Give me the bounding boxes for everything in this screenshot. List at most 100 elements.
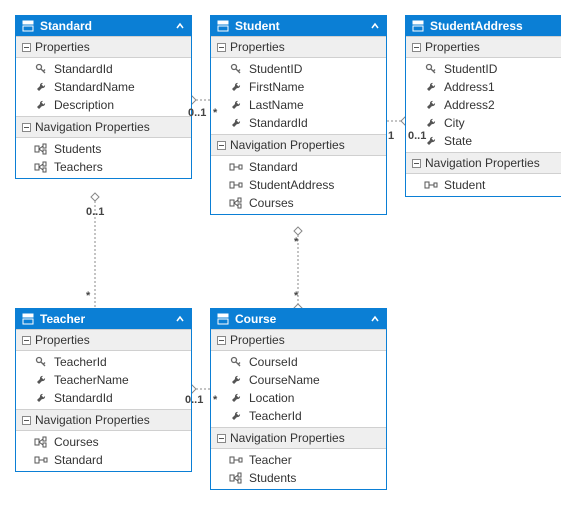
wrench-icon <box>424 81 438 93</box>
nav-section-header[interactable]: Navigation Properties <box>16 116 191 138</box>
property-item[interactable]: Address2 <box>406 96 561 114</box>
properties-section-header[interactable]: Properties <box>16 329 191 351</box>
collapse-icon[interactable] <box>22 43 31 52</box>
multiplicity-label: 0..1 <box>188 107 206 119</box>
property-item[interactable]: StudentID <box>211 60 386 78</box>
multiplicity-label: 0..1 <box>185 394 203 406</box>
property-item[interactable]: State <box>406 132 561 150</box>
entity-header[interactable]: Student <box>211 16 386 36</box>
nav-section-header[interactable]: Navigation Properties <box>211 427 386 449</box>
nav-one-icon <box>424 180 438 190</box>
collapse-icon[interactable] <box>22 123 31 132</box>
collapse-icon[interactable] <box>217 141 226 150</box>
entity-header[interactable]: Course <box>211 309 386 329</box>
section-label: Navigation Properties <box>230 138 345 152</box>
nav-item[interactable]: Students <box>211 469 386 487</box>
property-label: TeacherId <box>249 409 302 423</box>
chevron-up-icon[interactable] <box>370 314 380 324</box>
entity-icon <box>412 20 424 32</box>
entity-icon <box>22 20 34 32</box>
entity-title: Course <box>235 312 370 326</box>
chevron-up-icon[interactable] <box>175 314 185 324</box>
nav-section-header[interactable]: Navigation Properties <box>406 152 561 174</box>
nav-many-icon <box>34 143 48 155</box>
property-item[interactable]: City <box>406 114 561 132</box>
nav-label: Teachers <box>54 160 103 174</box>
nav-item[interactable]: Students <box>16 140 191 158</box>
nav-item[interactable]: StudentAddress <box>211 176 386 194</box>
property-label: FirstName <box>249 80 304 94</box>
entity-icon <box>22 313 34 325</box>
nav-list: Student <box>406 174 561 196</box>
entity-title: Standard <box>40 19 175 33</box>
property-item[interactable]: FirstName <box>211 78 386 96</box>
nav-item[interactable]: Student <box>406 176 561 194</box>
wrench-icon <box>34 99 48 111</box>
property-item[interactable]: Description <box>16 96 191 114</box>
collapse-icon[interactable] <box>412 159 421 168</box>
nav-many-icon <box>229 472 243 484</box>
property-item[interactable]: StandardId <box>211 114 386 132</box>
property-item[interactable]: Location <box>211 389 386 407</box>
nav-one-icon <box>229 180 243 190</box>
section-label: Navigation Properties <box>35 413 150 427</box>
entity-student[interactable]: StudentProperties StudentID FirstName LastN… <box>210 15 387 215</box>
properties-section-header[interactable]: Properties <box>406 36 561 58</box>
collapse-icon[interactable] <box>217 336 226 345</box>
entity-studentaddress[interactable]: StudentAddress Properties StudentID Address… <box>405 15 561 197</box>
entity-icon <box>217 20 229 32</box>
nav-item[interactable]: Courses <box>211 194 386 212</box>
entity-header[interactable]: Standard <box>16 16 191 36</box>
properties-list: StandardIdStandardName Description <box>16 58 191 116</box>
entity-standard[interactable]: StandardPropertiesStandardIdStandardName… <box>15 15 192 179</box>
nav-item[interactable]: Teachers <box>16 158 191 176</box>
nav-list: Standard StudentAddress Courses <box>211 156 386 214</box>
nav-item[interactable]: Standard <box>211 158 386 176</box>
property-item[interactable]: StandardId <box>16 60 191 78</box>
wrench-icon <box>229 392 243 404</box>
nav-section-header[interactable]: Navigation Properties <box>16 409 191 431</box>
chevron-up-icon[interactable] <box>175 21 185 31</box>
properties-section-header[interactable]: Properties <box>211 36 386 58</box>
property-label: StandardId <box>54 391 113 405</box>
properties-section-header[interactable]: Properties <box>16 36 191 58</box>
nav-item[interactable]: Teacher <box>211 451 386 469</box>
entity-title: Teacher <box>40 312 175 326</box>
property-item[interactable]: TeacherId <box>211 407 386 425</box>
collapse-icon[interactable] <box>217 43 226 52</box>
property-item[interactable]: CourseId <box>211 353 386 371</box>
nav-item[interactable]: Courses <box>16 433 191 451</box>
entity-title: StudentAddress <box>430 19 561 33</box>
properties-list: TeacherIdTeacherName StandardId <box>16 351 191 409</box>
collapse-icon[interactable] <box>22 336 31 345</box>
wrench-icon <box>34 81 48 93</box>
entity-header[interactable]: Teacher <box>16 309 191 329</box>
property-item[interactable]: TeacherName <box>16 371 191 389</box>
collapse-icon[interactable] <box>412 43 421 52</box>
chevron-up-icon[interactable] <box>370 21 380 31</box>
collapse-icon[interactable] <box>22 416 31 425</box>
entity-header[interactable]: StudentAddress <box>406 16 561 36</box>
key-icon <box>34 63 48 75</box>
property-item[interactable]: Address1 <box>406 78 561 96</box>
multiplicity-label: 0..1 <box>408 130 426 142</box>
collapse-icon[interactable] <box>217 434 226 443</box>
nav-section-header[interactable]: Navigation Properties <box>211 134 386 156</box>
property-item[interactable]: StudentID <box>406 60 561 78</box>
property-label: StudentID <box>444 62 497 76</box>
multiplicity-label: * <box>213 394 217 406</box>
property-item[interactable]: TeacherId <box>16 353 191 371</box>
properties-section-header[interactable]: Properties <box>211 329 386 351</box>
entity-teacher[interactable]: Teacher Properties TeacherIdTeacherName Sta… <box>15 308 192 472</box>
property-item[interactable]: CourseName <box>211 371 386 389</box>
property-item[interactable]: LastName <box>211 96 386 114</box>
nav-many-icon <box>34 436 48 448</box>
property-item[interactable]: StandardId <box>16 389 191 407</box>
entity-course[interactable]: Course Properties CourseIdCourseNameLocati… <box>210 308 387 490</box>
key-icon <box>229 356 243 368</box>
property-label: Description <box>54 98 114 112</box>
nav-label: StudentAddress <box>249 178 334 192</box>
property-item[interactable]: StandardName <box>16 78 191 96</box>
nav-item[interactable]: Standard <box>16 451 191 469</box>
wrench-icon <box>229 374 243 386</box>
